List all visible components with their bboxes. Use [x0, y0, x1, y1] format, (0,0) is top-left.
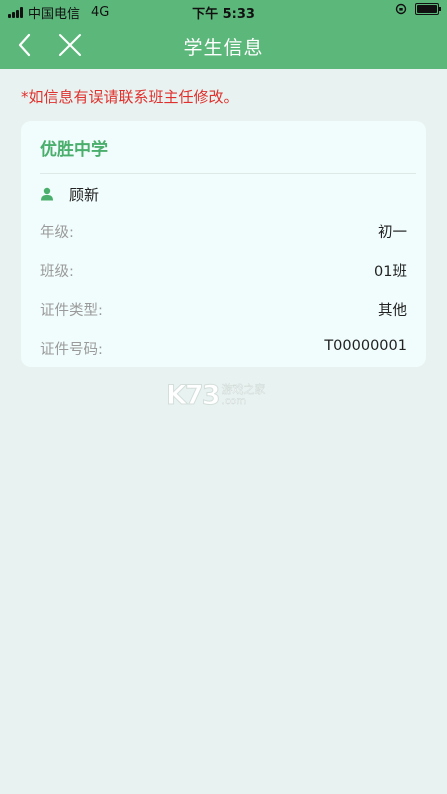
info-row-id-number: 证件号码: T00000001: [40, 338, 407, 360]
school-name: 优胜中学: [40, 140, 108, 160]
nav-bar: 学生信息: [0, 22, 447, 69]
student-name: 顾新: [69, 185, 100, 204]
watermark-side: 游戏之家 .com: [221, 382, 266, 408]
status-right: [395, 3, 441, 15]
field-label: 班级:: [40, 264, 74, 280]
battery-icon: [415, 3, 441, 15]
page-title: 学生信息: [183, 37, 264, 59]
field-value: 其他: [378, 303, 407, 319]
watermark: K73 游戏之家 .com: [166, 380, 266, 412]
field-value: 01班: [374, 264, 407, 280]
info-row-id-type: 证件类型: 其他: [40, 299, 407, 321]
info-row-grade: 年级: 初一: [40, 221, 407, 243]
field-value: 初一: [378, 225, 407, 241]
student-row: 顾新: [40, 183, 99, 205]
field-label: 证件号码:: [40, 342, 103, 358]
correction-notice: *如信息有误请联系班主任修改。: [21, 88, 239, 106]
info-row-class: 班级: 01班: [40, 260, 407, 282]
orientation-lock-icon: [395, 3, 407, 15]
user-icon: [41, 187, 53, 201]
watermark-logo: K73: [166, 380, 221, 412]
watermark-domain: .com: [221, 395, 247, 407]
student-info-card: 优胜中学 顾新 年级: 初一 班级: 01班 证件类型: 其他 证件号码: T0…: [21, 121, 426, 367]
status-time: 下午 5:33: [192, 7, 255, 22]
watermark-text: 游戏之家: [221, 382, 266, 396]
field-label: 年级:: [40, 225, 74, 241]
header: 中国电信 4G 下午 5:33 学生信息: [0, 0, 447, 69]
status-bar: 中国电信 4G 下午 5:33: [0, 0, 447, 22]
field-label: 证件类型:: [40, 303, 103, 319]
field-value: T00000001: [324, 338, 407, 354]
divider: [40, 173, 416, 174]
